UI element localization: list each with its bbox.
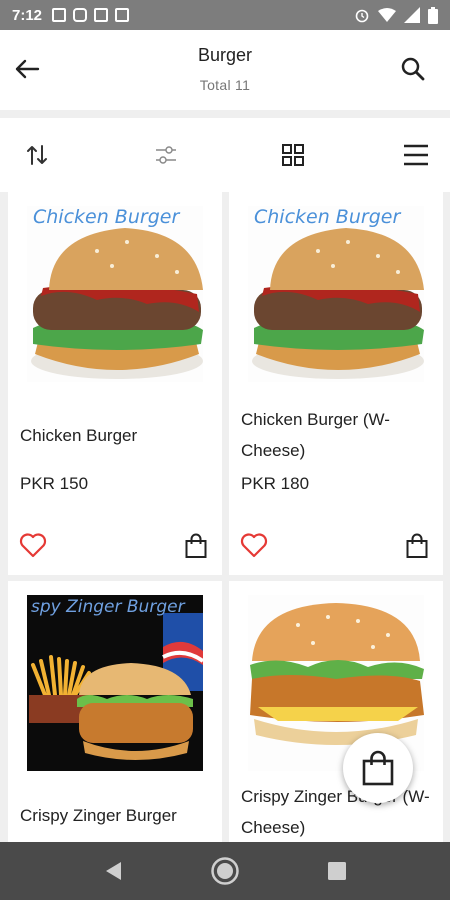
alarm-icon [355,9,369,23]
search-button[interactable] [396,52,430,86]
filter-button[interactable] [149,138,183,172]
product-price: PKR 150 [20,474,89,493]
sort-icon [27,145,47,165]
app-bar: Burger Total 11 [0,30,450,110]
favorite-button[interactable] [239,530,269,560]
product-image: Chicken Burger [27,206,203,382]
product-image: Chicken Burger [248,206,424,382]
add-to-cart-button[interactable] [403,532,431,560]
shopping-bag-icon [406,533,428,558]
page-title: Burger [197,45,253,65]
grid-view-icon [282,144,304,166]
heart-icon [19,533,47,558]
filter-icon [156,146,176,164]
shopping-bag-icon [362,750,394,786]
gallery-notification-icon [52,8,67,22]
product-card[interactable]: spy Zinger Burger Crispy Zinger Burger [8,581,222,842]
favorite-button[interactable] [18,530,48,560]
circle-home-icon [211,857,239,885]
product-name: Crispy Zinger Burger (W-Cheese) [241,787,430,837]
nav-back-button[interactable] [98,856,128,886]
product-image: spy Zinger Burger [27,595,203,771]
product-price: PKR 180 [241,474,310,493]
shopping-bag-icon [185,533,207,558]
signal-icon [404,7,420,23]
product-card[interactable]: Chicken Burger Chicken Burger (W-Cheese)… [229,192,443,575]
product-name: Crispy Zinger Burger [20,806,177,825]
heart-icon [240,533,268,558]
mail-notification-icon [94,8,109,22]
product-card[interactable]: Chicken Burger Chicken Burger PKR 150 [8,192,222,575]
grid-view-button[interactable] [276,138,310,172]
product-name: Chicken Burger [20,426,138,445]
list-view-icon [404,144,428,166]
nav-home-button[interactable] [210,856,240,886]
image-caption: spy Zinger Burger [31,597,185,617]
sort-button[interactable] [20,138,54,172]
search-icon [401,57,425,81]
add-to-cart-button[interactable] [182,532,210,560]
wifi-icon [378,7,396,22]
status-time: 7:12 [12,6,43,24]
image-caption: Chicken Burger [254,206,401,228]
product-card[interactable]: Crispy Zinger Burger (W-Cheese) [229,581,443,842]
triangle-back-icon [106,862,121,880]
news-notification-icon [115,8,130,22]
instagram-notification-icon [73,8,88,22]
nav-recents-button[interactable] [322,856,352,886]
view-toolbar [0,118,450,192]
image-caption: Chicken Burger [33,206,180,228]
list-view-button[interactable] [399,138,433,172]
status-bar: 7:12 [0,0,450,30]
total-count: Total 11 [199,77,251,93]
cart-fab-button[interactable] [343,733,413,803]
system-nav-bar [0,842,450,900]
square-recents-icon [328,862,346,880]
product-name: Chicken Burger (W-Cheese) [241,410,390,460]
battery-icon [428,6,438,24]
